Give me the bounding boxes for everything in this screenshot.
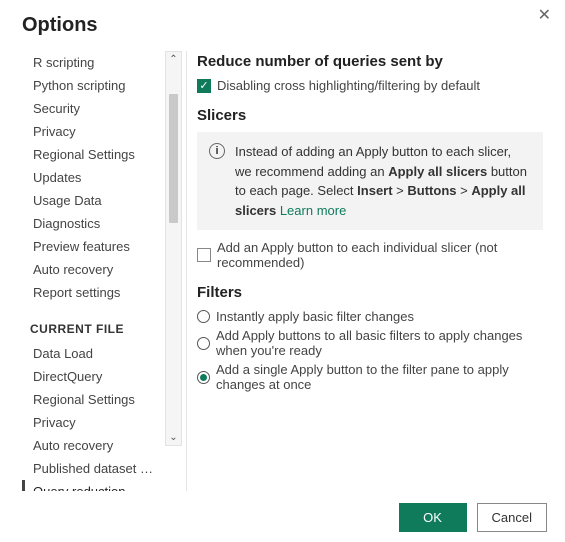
reduce-section-title: Reduce number of queries sent by [197,53,543,70]
sidebar-list: R scriptingPython scriptingSecurityPriva… [22,51,165,491]
sidebar-item[interactable]: Published dataset set... [22,457,161,480]
sidebar-item[interactable]: Updates [22,166,161,189]
sidebar-section-header: CURRENT FILE [22,304,161,342]
close-icon[interactable]: ✕ [538,8,551,24]
dialog-title: Options [22,14,547,37]
checkbox-unchecked-icon[interactable] [197,248,211,262]
filters-section-title: Filters [197,284,543,301]
sidebar-item[interactable]: Query reduction [22,480,161,491]
chevron-down-icon[interactable]: ⌄ [169,432,177,443]
sidebar-item[interactable]: Data Load [22,342,161,365]
sidebar-item[interactable]: Regional Settings [22,388,161,411]
filter-option-label: Add a single Apply button to the filter … [216,362,543,392]
filter-option-label: Add Apply buttons to all basic filters t… [216,328,543,358]
slicer-apply-row[interactable]: Add an Apply button to each individual s… [197,240,543,270]
sidebar-item[interactable]: Usage Data [22,189,161,212]
checkbox-checked-icon[interactable]: ✓ [197,79,211,93]
radio-icon[interactable] [197,310,210,323]
filter-option[interactable]: Add Apply buttons to all basic filters t… [197,328,543,358]
filter-option[interactable]: Add a single Apply button to the filter … [197,362,543,392]
info-icon: i [209,143,225,159]
filter-option-label: Instantly apply basic filter changes [216,309,414,324]
sidebar-item[interactable]: Diagnostics [22,212,161,235]
sidebar: R scriptingPython scriptingSecurityPriva… [22,51,182,491]
sidebar-scrollbar[interactable]: ⌃ ⌄ [165,51,182,446]
learn-more-link[interactable]: Learn more [280,203,346,218]
info-box: i Instead of adding an Apply button to e… [197,132,543,230]
radio-checked-icon[interactable] [197,371,210,384]
sidebar-item[interactable]: Preview features [22,235,161,258]
slicers-section-title: Slicers [197,107,543,124]
disable-cross-label: Disabling cross highlighting/filtering b… [217,78,480,93]
sidebar-item[interactable]: Report settings [22,281,161,304]
options-dialog: ✕ Options R scriptingPython scriptingSec… [0,0,565,542]
sidebar-item[interactable]: Auto recovery [22,434,161,457]
sidebar-item[interactable]: Privacy [22,411,161,434]
info-text: Instead of adding an Apply button to eac… [235,142,531,220]
scrollbar-thumb[interactable] [169,94,178,222]
sidebar-item[interactable]: R scripting [22,51,161,74]
sidebar-item[interactable]: Security [22,97,161,120]
slicer-checkbox-label: Add an Apply button to each individual s… [217,240,543,270]
disable-cross-row[interactable]: ✓ Disabling cross highlighting/filtering… [197,78,543,93]
sidebar-item[interactable]: Python scripting [22,74,161,97]
sidebar-item[interactable]: Auto recovery [22,258,161,281]
vertical-divider [186,51,187,491]
dialog-footer: OK Cancel [22,491,547,532]
cancel-button[interactable]: Cancel [477,503,547,532]
sidebar-item[interactable]: Privacy [22,120,161,143]
scrollbar-track[interactable] [166,65,181,432]
ok-button[interactable]: OK [399,503,467,532]
dialog-body: R scriptingPython scriptingSecurityPriva… [22,51,547,491]
sidebar-item[interactable]: Regional Settings [22,143,161,166]
sidebar-item[interactable]: DirectQuery [22,365,161,388]
content-pane: Reduce number of queries sent by ✓ Disab… [197,51,547,491]
chevron-up-icon[interactable]: ⌃ [169,54,177,65]
filter-option[interactable]: Instantly apply basic filter changes [197,309,543,324]
radio-icon[interactable] [197,337,210,350]
